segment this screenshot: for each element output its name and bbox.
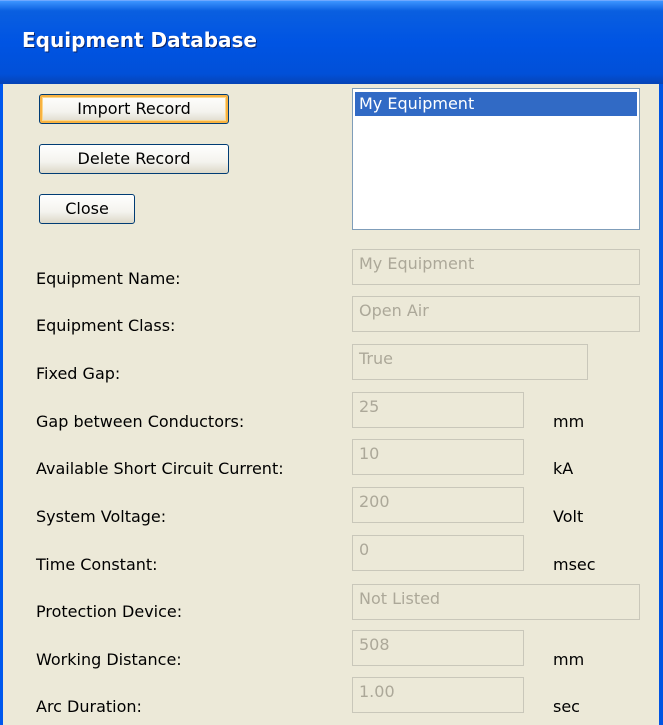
working-distance-label: Working Distance: [36, 650, 182, 669]
time-constant-label: Time Constant: [36, 555, 158, 574]
window-title: Equipment Database [22, 28, 257, 52]
window-right-border [659, 84, 663, 725]
duration-unit-label: sec [553, 697, 580, 716]
title-bar[interactable]: Equipment Database [0, 0, 663, 84]
time-unit-label: msec [553, 555, 596, 574]
current-unit-label: kA [553, 459, 574, 478]
short-circuit-current-label: Available Short Circuit Current: [36, 459, 284, 478]
equipment-name-label: Equipment Name: [36, 269, 181, 288]
window-left-border [0, 84, 3, 725]
equipment-class-label: Equipment Class: [36, 316, 176, 335]
import-record-button[interactable]: Import Record [39, 94, 229, 124]
equipment-listbox[interactable]: My Equipment [352, 88, 640, 230]
list-item[interactable]: My Equipment [355, 92, 637, 116]
gap-unit-label: mm [553, 412, 585, 431]
time-constant-field[interactable]: 0 [352, 535, 524, 571]
delete-record-button[interactable]: Delete Record [39, 144, 229, 174]
equipment-class-field[interactable]: Open Air [352, 296, 640, 332]
equipment-name-field[interactable]: My Equipment [352, 249, 640, 285]
distance-unit-label: mm [553, 650, 585, 669]
fixed-gap-label: Fixed Gap: [36, 364, 121, 383]
gap-between-conductors-label: Gap between Conductors: [36, 412, 245, 431]
working-distance-field[interactable]: 508 [352, 630, 524, 666]
system-voltage-label: System Voltage: [36, 507, 167, 526]
fixed-gap-field[interactable]: True [352, 344, 588, 380]
arc-duration-field[interactable]: 1.00 [352, 677, 524, 713]
voltage-unit-label: Volt [553, 507, 584, 526]
gap-between-conductors-field[interactable]: 25 [352, 392, 524, 428]
system-voltage-field[interactable]: 200 [352, 487, 524, 523]
arc-duration-label: Arc Duration: [36, 697, 142, 716]
short-circuit-current-field[interactable]: 10 [352, 439, 524, 475]
close-button[interactable]: Close [39, 194, 135, 224]
protection-device-label: Protection Device: [36, 602, 183, 621]
protection-device-field[interactable]: Not Listed [352, 584, 640, 620]
